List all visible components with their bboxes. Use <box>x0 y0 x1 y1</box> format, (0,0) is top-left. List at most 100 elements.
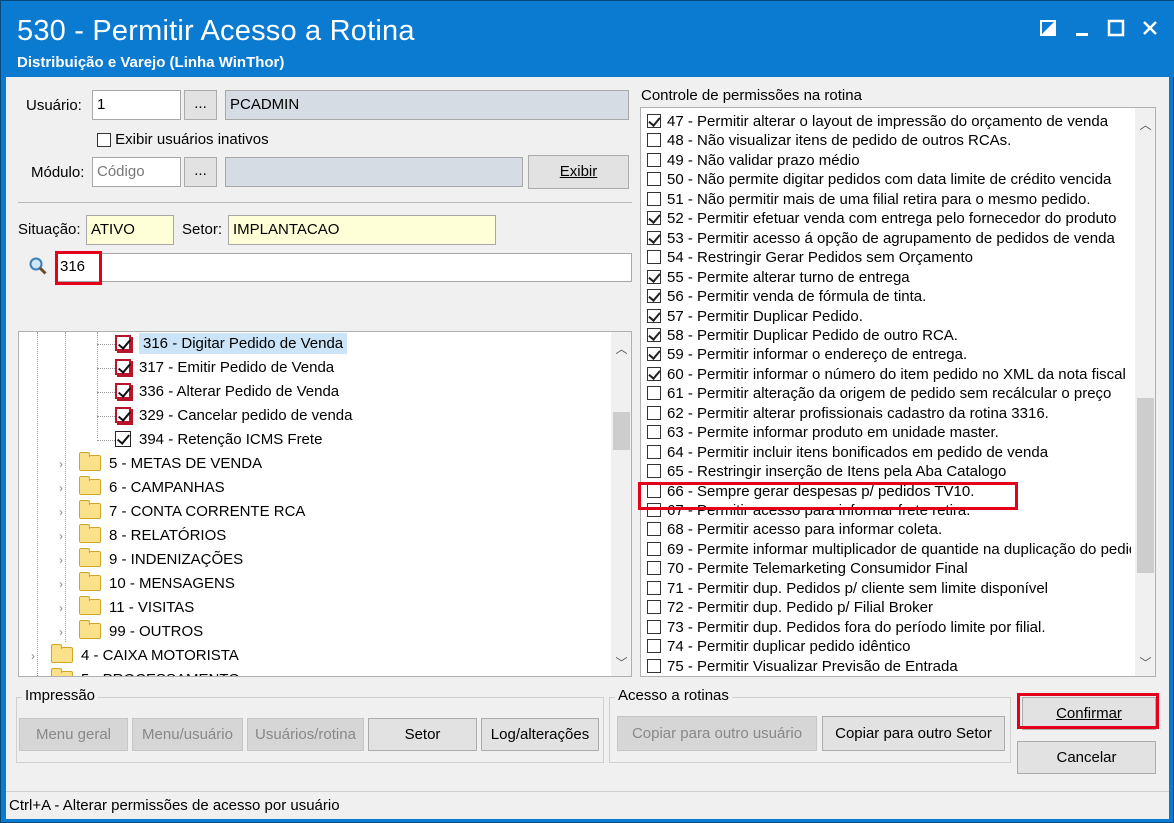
permission-item[interactable]: 58 - Permitir Duplicar Pedido de outro R… <box>647 326 1131 345</box>
permission-item[interactable]: 74 - Permitir duplicar pedido idêntico <box>647 637 1131 656</box>
usuario-lookup-button[interactable]: ... <box>184 90 217 120</box>
permission-item[interactable]: 55 - Permite alterar turno de entrega <box>647 268 1131 287</box>
permission-checkbox[interactable] <box>647 114 661 128</box>
permission-checkbox[interactable] <box>647 327 661 342</box>
close-icon[interactable] <box>1135 15 1165 41</box>
permission-item[interactable]: 53 - Permitir acesso á opção de agrupame… <box>647 229 1131 248</box>
copiar-setor-button[interactable]: Copiar para outro Setor <box>822 716 1005 751</box>
tree-item[interactable]: 316 - Digitar Pedido de Venda <box>97 332 348 356</box>
tree-item[interactable]: 317 - Emitir Pedido de Venda <box>97 356 334 380</box>
scroll-down-icon[interactable]: ﹀ <box>1135 654 1155 671</box>
permissions-scroll-thumb[interactable] <box>1137 398 1154 573</box>
permission-item[interactable]: 70 - Permite Telemarketing Consumidor Fi… <box>647 559 1131 578</box>
permission-item[interactable]: 68 - Permitir acesso para informar colet… <box>647 520 1131 539</box>
permission-checkbox[interactable] <box>647 230 661 245</box>
permission-checkbox[interactable] <box>647 580 661 595</box>
inativos-checkbox-row[interactable]: Exibir usuários inativos <box>97 131 269 148</box>
scroll-up-icon[interactable]: ︿ <box>611 340 631 357</box>
copiar-usuario-button[interactable]: Copiar para outro usuário <box>617 716 817 751</box>
tree-folder[interactable]: › 11 - VISITAS <box>59 596 194 620</box>
permission-item[interactable]: 60 - Permitir informar o número do item … <box>647 365 1131 384</box>
tree-folder[interactable]: › 5 - PROCESSAMENTO <box>31 668 240 676</box>
chevron-right-icon[interactable]: › <box>59 476 73 500</box>
chevron-right-icon[interactable]: › <box>59 572 73 596</box>
permission-item[interactable]: 51 - Não permitir mais de uma filial ret… <box>647 190 1131 209</box>
permission-item[interactable]: 54 - Restringir Gerar Pedidos sem Orçame… <box>647 248 1131 267</box>
permission-item[interactable]: 75 - Permitir Visualizar Previsão de Ent… <box>647 657 1131 676</box>
permission-checkbox[interactable] <box>647 211 661 226</box>
chevron-right-icon[interactable]: › <box>59 500 73 524</box>
tree-item-checkbox[interactable] <box>115 335 131 351</box>
exibir-button[interactable]: Exibir <box>528 155 629 189</box>
setor-button[interactable]: Setor <box>368 718 477 751</box>
permission-item[interactable]: 52 - Permitir efetuar venda com entrega … <box>647 209 1131 228</box>
permission-checkbox[interactable] <box>647 191 661 206</box>
permission-checkbox[interactable] <box>647 639 661 654</box>
chevron-right-icon[interactable]: › <box>59 596 73 620</box>
permission-item[interactable]: 48 - Não visualizar itens de pedido de o… <box>647 131 1131 150</box>
permission-item[interactable]: 47 - Permitir alterar o layout de impres… <box>647 112 1131 131</box>
chevron-right-icon[interactable]: › <box>59 524 73 548</box>
minimize-icon[interactable] <box>1067 15 1097 41</box>
usuarios-rotina-button[interactable]: Usuários/rotina <box>247 718 364 751</box>
permission-item[interactable]: 59 - Permitir informar o endereço de ent… <box>647 345 1131 364</box>
title-bar[interactable]: 530 - Permitir Acesso a Rotina Distribui… <box>1 1 1174 77</box>
permission-checkbox[interactable] <box>647 444 661 459</box>
routine-tree[interactable]: 316 - Digitar Pedido de Venda 317 - Emiti… <box>18 331 632 677</box>
permission-checkbox[interactable] <box>647 619 661 634</box>
search-input[interactable]: 316 <box>55 253 632 282</box>
permission-checkbox[interactable] <box>647 522 661 537</box>
tree-item[interactable]: 329 - Cancelar pedido de venda <box>97 404 353 428</box>
log-alteracoes-button[interactable]: Log/alterações <box>481 718 599 751</box>
permission-checkbox[interactable] <box>647 133 661 148</box>
permission-item[interactable]: 69 - Permite informar multiplicador de q… <box>647 540 1131 559</box>
chevron-right-icon[interactable]: › <box>59 452 73 476</box>
permission-checkbox[interactable] <box>647 250 661 265</box>
chevron-right-icon[interactable]: › <box>31 668 45 676</box>
permission-checkbox[interactable] <box>647 561 661 576</box>
tree-folder[interactable]: › 6 - CAMPANHAS <box>59 476 225 500</box>
modulo-code-input[interactable]: Código <box>92 157 181 187</box>
menu-usuario-button[interactable]: Menu/usuário <box>132 718 243 751</box>
permission-item[interactable]: 61 - Permitir alteração da origem de ped… <box>647 384 1131 403</box>
permission-item[interactable]: 57 - Permitir Duplicar Pedido. <box>647 307 1131 326</box>
permission-item[interactable]: 64 - Permitir incluir itens bonificados … <box>647 443 1131 462</box>
permission-item[interactable]: 50 - Não permite digitar pedidos com dat… <box>647 170 1131 189</box>
tree-item-checkbox[interactable] <box>115 383 131 399</box>
permission-checkbox[interactable] <box>647 152 661 167</box>
permission-item[interactable]: 62 - Permitir alterar profissionais cada… <box>647 404 1131 423</box>
tree-folder[interactable]: › 99 - OUTROS <box>59 620 203 644</box>
permission-checkbox[interactable] <box>647 366 661 381</box>
chevron-right-icon[interactable]: › <box>59 620 73 644</box>
permission-checkbox[interactable] <box>647 464 661 479</box>
chevron-right-icon[interactable]: › <box>31 644 45 668</box>
permissions-scrollbar[interactable]: ︿ ﹀ <box>1135 108 1155 676</box>
permission-item[interactable]: 63 - Permite informar produto em unidade… <box>647 423 1131 442</box>
permission-checkbox[interactable] <box>647 172 661 187</box>
tree-folder[interactable]: › 9 - INDENIZAÇÕES <box>59 548 243 572</box>
tree-folder[interactable]: › 10 - MENSAGENS <box>59 572 235 596</box>
permission-item[interactable]: 71 - Permitir dup. Pedidos p/ cliente se… <box>647 579 1131 598</box>
permission-item[interactable]: 73 - Permitir dup. Pedidos fora do perío… <box>647 618 1131 637</box>
tree-item[interactable]: 336 - Alterar Pedido de Venda <box>97 380 339 404</box>
permission-checkbox[interactable] <box>647 600 661 615</box>
tree-item[interactable]: 394 - Retenção ICMS Frete <box>97 428 322 452</box>
permission-checkbox[interactable] <box>647 658 661 673</box>
permission-checkbox[interactable] <box>647 425 661 440</box>
permission-item[interactable]: 49 - Não validar prazo médio <box>647 151 1131 170</box>
chevron-right-icon[interactable]: › <box>59 548 73 572</box>
permission-item[interactable]: 72 - Permitir dup. Pedido p/ Filial Brok… <box>647 598 1131 617</box>
permission-checkbox[interactable] <box>647 405 661 420</box>
permission-item[interactable]: 56 - Permitir venda de fórmula de tinta. <box>647 287 1131 306</box>
cancelar-button[interactable]: Cancelar <box>1017 741 1156 774</box>
permission-checkbox[interactable] <box>647 269 661 284</box>
tree-item-checkbox[interactable] <box>115 407 131 423</box>
inativos-checkbox[interactable] <box>97 133 111 148</box>
scroll-up-icon[interactable]: ︿ <box>1135 116 1155 133</box>
permission-checkbox[interactable] <box>647 308 661 323</box>
menu-geral-button[interactable]: Menu geral <box>19 718 128 751</box>
tree-item-checkbox[interactable] <box>115 431 131 447</box>
permissions-list[interactable]: 47 - Permitir alterar o layout de impres… <box>640 107 1156 677</box>
tree-item-checkbox[interactable] <box>115 359 131 375</box>
tree-folder[interactable]: › 5 - METAS DE VENDA <box>59 452 262 476</box>
